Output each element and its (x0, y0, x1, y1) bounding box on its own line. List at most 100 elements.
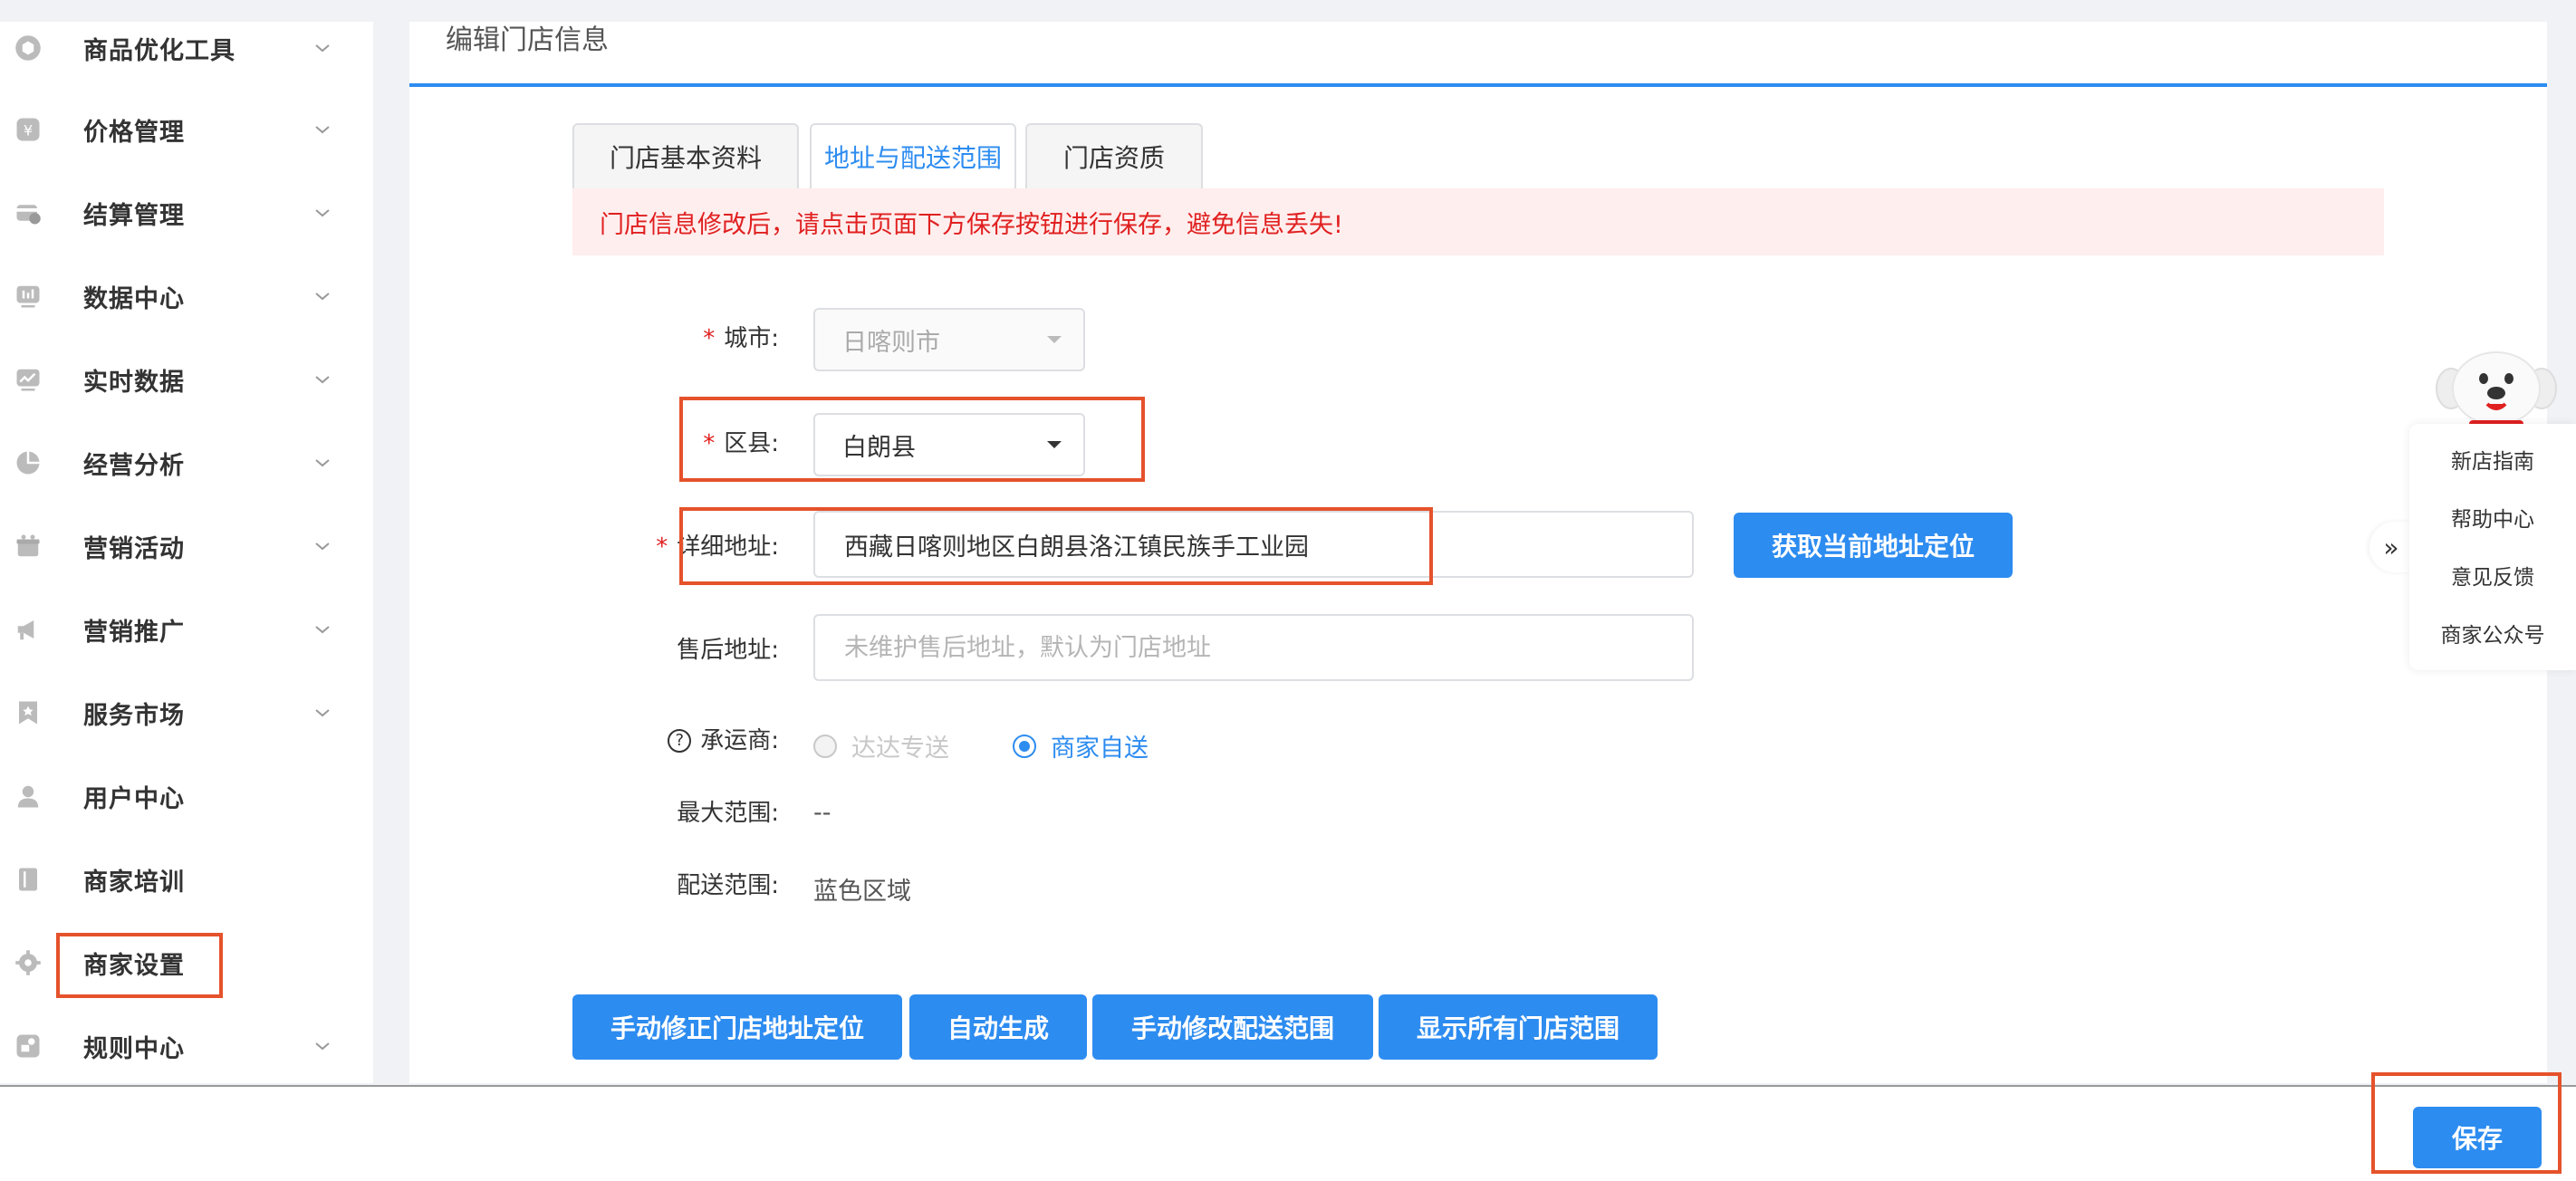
sidebar-item-merchant-settings[interactable]: 商家设置 (0, 931, 373, 994)
megaphone-icon (13, 614, 43, 645)
max-range-label: 最大范围: (677, 800, 779, 827)
chevron-down-icon (312, 119, 333, 140)
sidebar-item-service-market[interactable]: 服务市场 (0, 681, 373, 744)
carrier-option-dada[interactable]: 达达专送 (813, 728, 949, 763)
gear-icon (13, 947, 43, 978)
book-icon (13, 864, 43, 895)
district-value: 白朗县 (842, 433, 916, 462)
max-range-value: -- (813, 799, 831, 827)
help-icon[interactable]: ? (668, 729, 692, 753)
sidebar-item-data-center[interactable]: 数据中心 (0, 264, 373, 328)
chevron-down-icon (312, 202, 333, 224)
sidebar-item-product-tools[interactable]: 商品优化工具 (0, 16, 373, 80)
required-mark: * (656, 533, 668, 561)
aftersale-label: 售后地址: (677, 637, 779, 664)
sidebar-item-label: 结算管理 (83, 201, 185, 230)
caret-down-icon (1047, 336, 1062, 343)
sidebar-item-label: 用户中心 (83, 784, 185, 813)
chevron-down-icon (312, 369, 333, 390)
footer-bar: 保存 (0, 1085, 2576, 1181)
data-center-icon (13, 281, 43, 312)
delivery-range-label: 配送范围: (677, 872, 779, 899)
user-icon (13, 781, 43, 811)
sidebar-item-label: 商家培训 (83, 868, 185, 897)
sidebar-item-label: 数据中心 (83, 284, 185, 313)
sidebar: 商品优化工具 ¥ 价格管理 结算管理 数据中心 实时数据 经营分析 营销活动 营… (0, 22, 373, 1083)
chevron-down-icon (312, 702, 333, 724)
yen-icon: ¥ (13, 114, 43, 145)
sidebar-item-user-center[interactable]: 用户中心 (0, 764, 373, 828)
sidebar-item-label: 营销推广 (83, 618, 185, 647)
sidebar-item-label: 商品优化工具 (83, 36, 235, 65)
sidebar-item-settlement[interactable]: 结算管理 (0, 181, 373, 245)
float-item-new-store-guide[interactable]: 新店指南 (2409, 444, 2576, 475)
district-select[interactable]: 白朗县 (813, 413, 1085, 476)
float-item-official-account[interactable]: 商家公众号 (2409, 618, 2576, 648)
sidebar-item-training[interactable]: 商家培训 (0, 848, 373, 911)
city-select[interactable]: 日喀则市 (813, 308, 1085, 371)
radio-button (813, 734, 837, 758)
auto-generate-button[interactable]: 自动生成 (909, 994, 1087, 1060)
settlement-icon (13, 197, 43, 228)
sidebar-item-promotion[interactable]: 营销推广 (0, 598, 373, 661)
sidebar-item-label: 经营分析 (83, 451, 185, 480)
address-input[interactable] (842, 529, 1636, 560)
sidebar-item-price[interactable]: ¥ 价格管理 (0, 98, 373, 161)
carrier-option-merchant[interactable]: 商家自送 (1013, 728, 1149, 763)
title-divider (409, 83, 2547, 87)
sidebar-item-label: 价格管理 (83, 118, 185, 147)
float-item-help-center[interactable]: 帮助中心 (2409, 502, 2576, 533)
save-button[interactable]: 保存 (2413, 1107, 2542, 1168)
radio-label: 商家自送 (1051, 735, 1149, 763)
city-label: * 城市: (703, 325, 779, 352)
caret-down-icon (1047, 441, 1062, 448)
chevron-down-icon (312, 37, 333, 59)
chevron-down-icon (312, 1035, 333, 1057)
pie-chart-icon (13, 447, 43, 478)
edit-delivery-range-button[interactable]: 手动修改配送范围 (1092, 994, 1373, 1060)
show-all-ranges-button[interactable]: 显示所有门店范围 (1379, 994, 1658, 1060)
alert-text: 门店信息修改后，请点击页面下方保存按钮进行保存，避免信息丢失! (600, 210, 1343, 239)
sidebar-item-label: 规则中心 (83, 1034, 185, 1063)
carrier-label: 承运商: (700, 727, 779, 754)
required-mark: * (703, 325, 716, 352)
fix-location-button[interactable]: 手动修正门店地址定位 (572, 994, 902, 1060)
mascot-image[interactable] (2433, 339, 2560, 429)
aftersale-field[interactable] (813, 614, 1694, 681)
float-item-feedback[interactable]: 意见反馈 (2409, 560, 2576, 590)
collapse-panel-button[interactable]: » (2369, 522, 2413, 572)
main-panel: 编辑门店信息 门店基本资料 地址与配送范围 门店资质 门店信息修改后，请点击页面… (409, 22, 2547, 1083)
district-label: * 区县: (703, 430, 779, 457)
address-label: * 详细地址: (656, 533, 779, 561)
aftersale-input[interactable] (842, 632, 1636, 663)
city-value: 日喀则市 (842, 328, 940, 357)
sidebar-item-realtime[interactable]: 实时数据 (0, 348, 373, 411)
delivery-range-value: 蓝色区域 (813, 878, 911, 906)
gift-icon (13, 531, 43, 562)
get-location-button[interactable]: 获取当前地址定位 (1734, 513, 2013, 578)
help-float-panel: 新店指南 帮助中心 意见反馈 商家公众号 (2409, 424, 2576, 670)
carrier-label-wrap: ? 承运商: (543, 723, 779, 759)
sidebar-item-label: 商家设置 (83, 951, 185, 980)
mascot-dog-icon (2436, 351, 2557, 427)
chevron-down-icon (312, 452, 333, 474)
radio-label: 达达专送 (851, 735, 949, 763)
tab-address-delivery[interactable]: 地址与配送范围 (810, 123, 1016, 188)
sidebar-item-rules[interactable]: 规则中心 (0, 1014, 373, 1078)
chevron-down-icon (312, 285, 333, 307)
bookmark-star-icon (13, 697, 43, 728)
radio-button (1013, 734, 1036, 758)
address-field[interactable] (813, 511, 1694, 578)
chevron-down-icon (312, 619, 333, 640)
page-title: 编辑门店信息 (446, 24, 609, 56)
alert-banner: 门店信息修改后，请点击页面下方保存按钮进行保存，避免信息丢失! (572, 188, 2384, 255)
tab-qualification[interactable]: 门店资质 (1025, 123, 1203, 188)
required-mark: * (703, 430, 716, 457)
sidebar-item-label: 营销活动 (83, 534, 185, 563)
sidebar-item-analysis[interactable]: 经营分析 (0, 431, 373, 494)
sidebar-item-label: 服务市场 (83, 701, 185, 730)
rules-icon (13, 1031, 43, 1061)
tab-basic-info[interactable]: 门店基本资料 (572, 123, 799, 188)
sidebar-item-marketing[interactable]: 营销活动 (0, 514, 373, 578)
svg-text:¥: ¥ (24, 121, 33, 139)
